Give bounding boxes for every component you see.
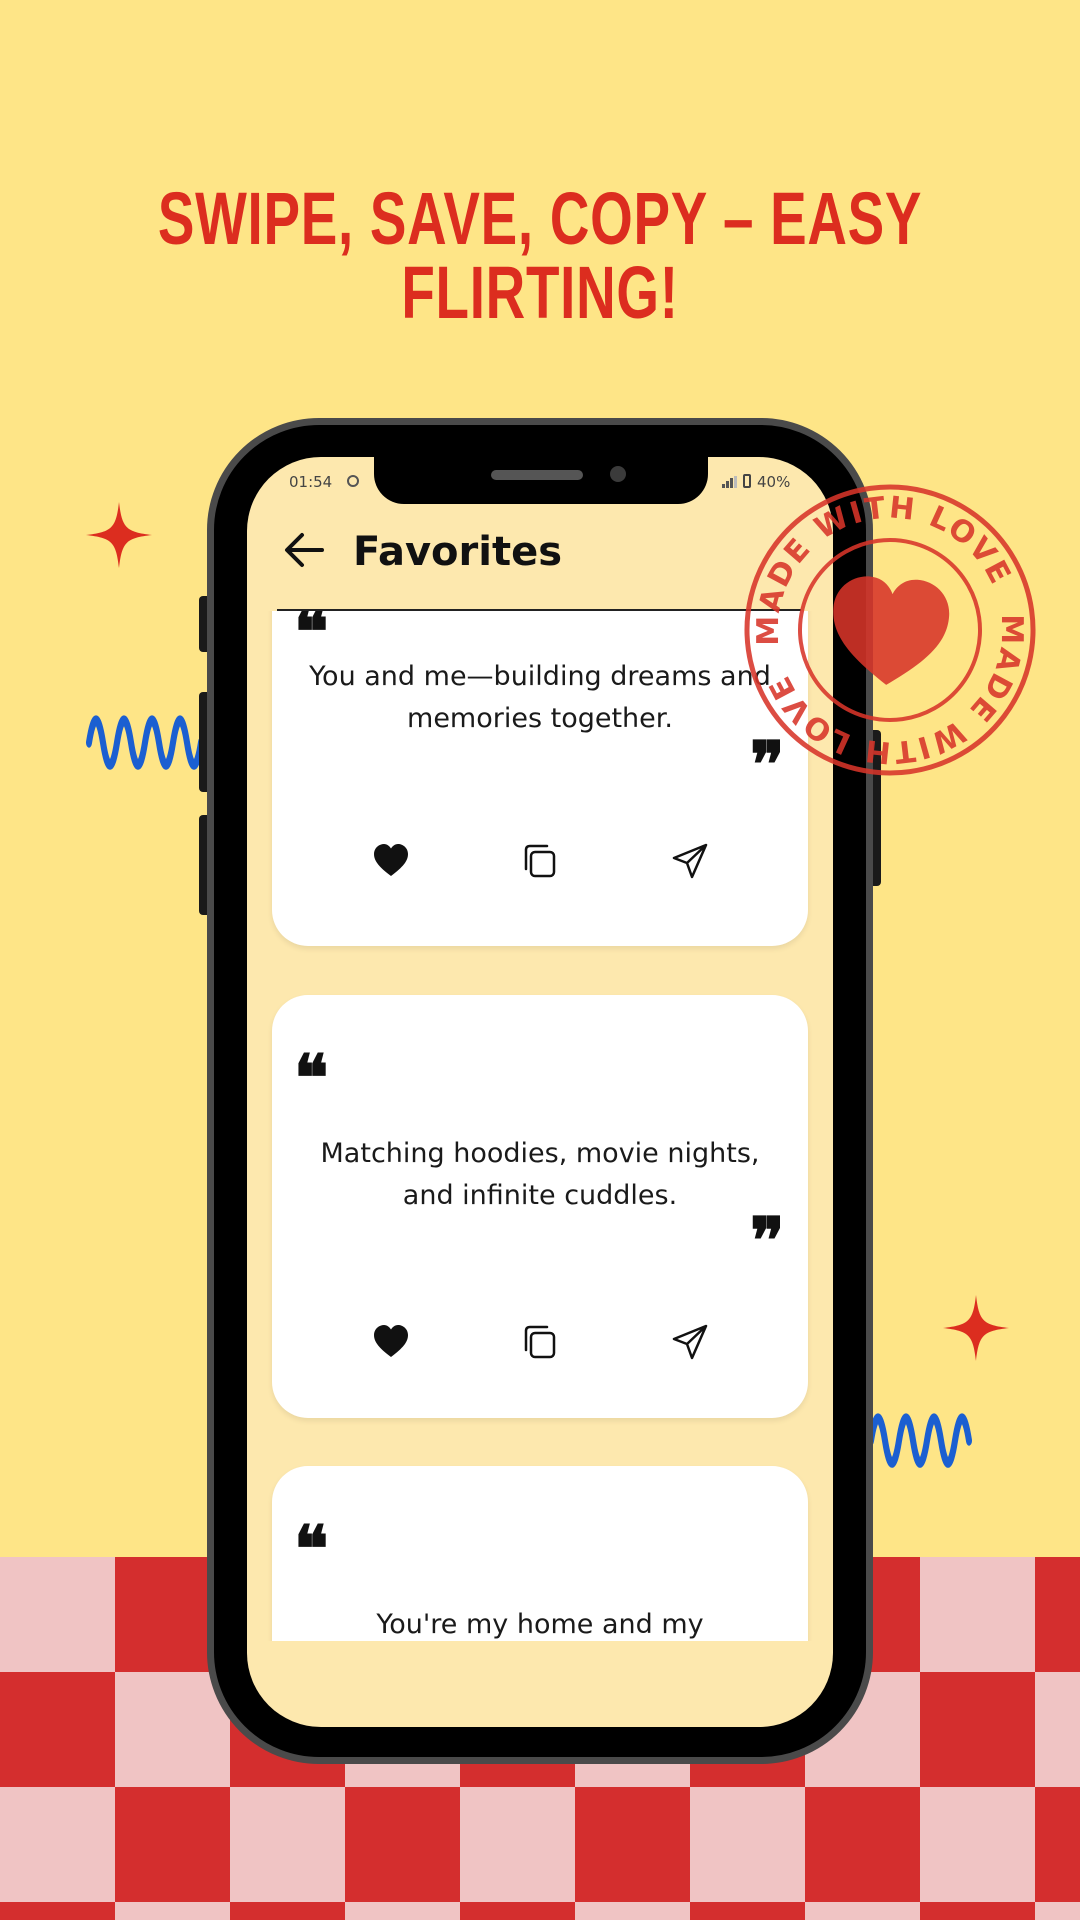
headline: SWIPE, SAVE, COPY – EASY FLIRTING! — [157, 177, 923, 334]
sparkle-icon — [943, 1295, 1009, 1361]
open-quote-icon: ❝ — [294, 1041, 329, 1116]
like-button[interactable] — [371, 841, 411, 881]
share-button[interactable] — [670, 1322, 710, 1362]
made-with-love-stamp: MADE WITH LOVE MADE WITH LOVE — [740, 480, 1040, 780]
like-button[interactable] — [371, 1322, 411, 1362]
heart-icon — [374, 1325, 408, 1357]
copy-icon — [524, 844, 556, 878]
status-time: 01:54 — [289, 473, 333, 491]
heart-icon — [833, 576, 950, 685]
page-title: Favorites — [353, 529, 563, 575]
send-icon — [672, 1324, 708, 1360]
heart-icon — [374, 844, 408, 876]
quote-card: ❝ Matching hoodies, movie nights, and in… — [272, 995, 808, 1418]
copy-button[interactable] — [520, 841, 560, 881]
quote-card: ❝ You and me—building dreams and memorie… — [272, 611, 808, 946]
open-quote-icon: ❝ — [294, 1512, 329, 1587]
sparkle-icon — [86, 502, 152, 568]
status-app-icon — [347, 475, 359, 487]
front-camera — [610, 466, 626, 482]
signal-icon — [722, 476, 737, 488]
copy-button[interactable] — [520, 1322, 560, 1362]
share-button[interactable] — [670, 841, 710, 881]
copy-icon — [524, 1325, 556, 1359]
quote-text: You and me—building dreams and memories … — [309, 661, 771, 734]
close-quote-icon: ❞ — [750, 1204, 785, 1279]
quote-text: You're my home and my — [376, 1609, 704, 1640]
squiggle-decoration — [86, 715, 204, 770]
send-icon — [672, 843, 708, 879]
squiggle-decoration — [868, 1413, 972, 1468]
phone-notch — [374, 456, 708, 504]
arrow-left-icon[interactable] — [282, 530, 326, 570]
speaker-grille — [491, 470, 583, 480]
quote-card: ❝ You're my home and my — [272, 1466, 808, 1641]
quote-text: Matching hoodies, movie nights, and infi… — [320, 1138, 760, 1211]
